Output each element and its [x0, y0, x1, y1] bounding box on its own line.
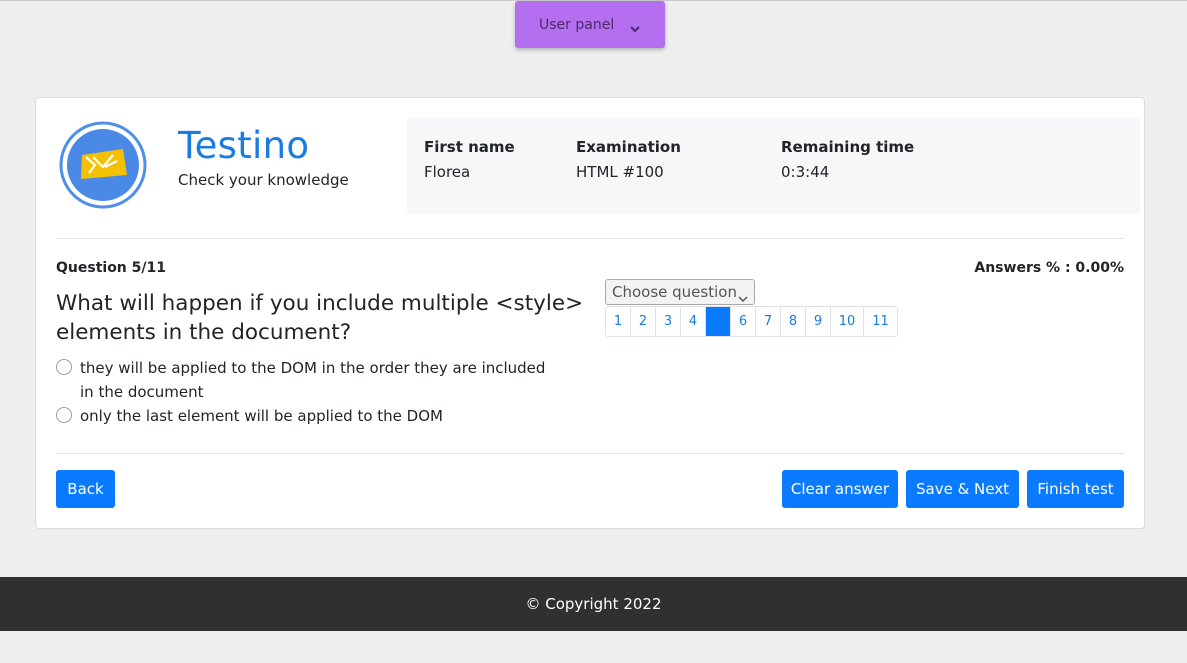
brand-title: Testino	[178, 124, 310, 167]
page-link-3[interactable]: 3	[656, 307, 681, 336]
exam-card: Testino Check your knowledge First name …	[35, 97, 1145, 529]
back-button[interactable]: Back	[56, 470, 115, 508]
remaining-time-label: Remaining time	[781, 138, 915, 156]
answer-option-label: only the last element will be applied to…	[80, 407, 443, 425]
answer-option[interactable]: they will be applied to the DOM in the o…	[56, 356, 550, 404]
examination-label: Examination	[576, 138, 681, 156]
page-link-2[interactable]: 2	[631, 307, 656, 336]
first-name-field: First name Florea	[424, 138, 515, 181]
chevron-down-icon	[629, 19, 641, 38]
question-text: What will happen if you include multiple…	[56, 291, 584, 345]
page-link-6[interactable]: 6	[731, 307, 756, 336]
copyright-text: © Copyright 2022	[525, 595, 662, 613]
user-panel-label: User panel	[539, 17, 615, 33]
radio-button[interactable]	[56, 359, 72, 375]
footer: © Copyright 2022	[0, 577, 1187, 631]
first-name-label: First name	[424, 138, 515, 156]
clear-answer-button[interactable]: Clear answer	[782, 470, 898, 508]
answer-option-label: they will be applied to the DOM in the o…	[80, 359, 546, 401]
page-link-8[interactable]: 8	[781, 307, 806, 336]
divider	[56, 453, 1124, 454]
examination-field: Examination HTML #100	[576, 138, 681, 181]
question-pagination: 1 2 3 4 5 6 7 8 9 10 11	[605, 306, 898, 337]
choose-question-select[interactable]: Choose question	[605, 279, 755, 305]
page-link-4[interactable]: 4	[681, 307, 706, 336]
choose-question-label: Choose question	[612, 283, 737, 301]
page-link-10[interactable]: 10	[831, 307, 864, 336]
finish-test-button[interactable]: Finish test	[1027, 470, 1124, 508]
testino-logo-icon	[59, 121, 147, 209]
answer-option[interactable]: only the last element will be applied to…	[56, 404, 550, 428]
page-link-5-active[interactable]: 5	[706, 307, 731, 336]
examination-value: HTML #100	[576, 163, 664, 181]
divider	[56, 238, 1124, 239]
page-link-9[interactable]: 9	[806, 307, 831, 336]
answers-percentage: Answers % : 0.00%	[974, 260, 1124, 276]
question-number: Question 5/11	[56, 260, 166, 276]
user-panel-dropdown[interactable]: User panel	[515, 1, 665, 48]
remaining-time-field: Remaining time 0:3:44	[781, 138, 914, 181]
radio-button[interactable]	[56, 407, 72, 423]
first-name-value: Florea	[424, 163, 471, 181]
exam-info-panel: First name Florea Examination HTML #100 …	[407, 118, 1140, 214]
remaining-time-value: 0:3:44	[781, 163, 830, 181]
page-link-7[interactable]: 7	[756, 307, 781, 336]
save-next-button[interactable]: Save & Next	[906, 470, 1019, 508]
brand-subtitle: Check your knowledge	[178, 171, 349, 189]
page-link-11[interactable]: 11	[864, 307, 897, 336]
page-link-1[interactable]: 1	[606, 307, 631, 336]
